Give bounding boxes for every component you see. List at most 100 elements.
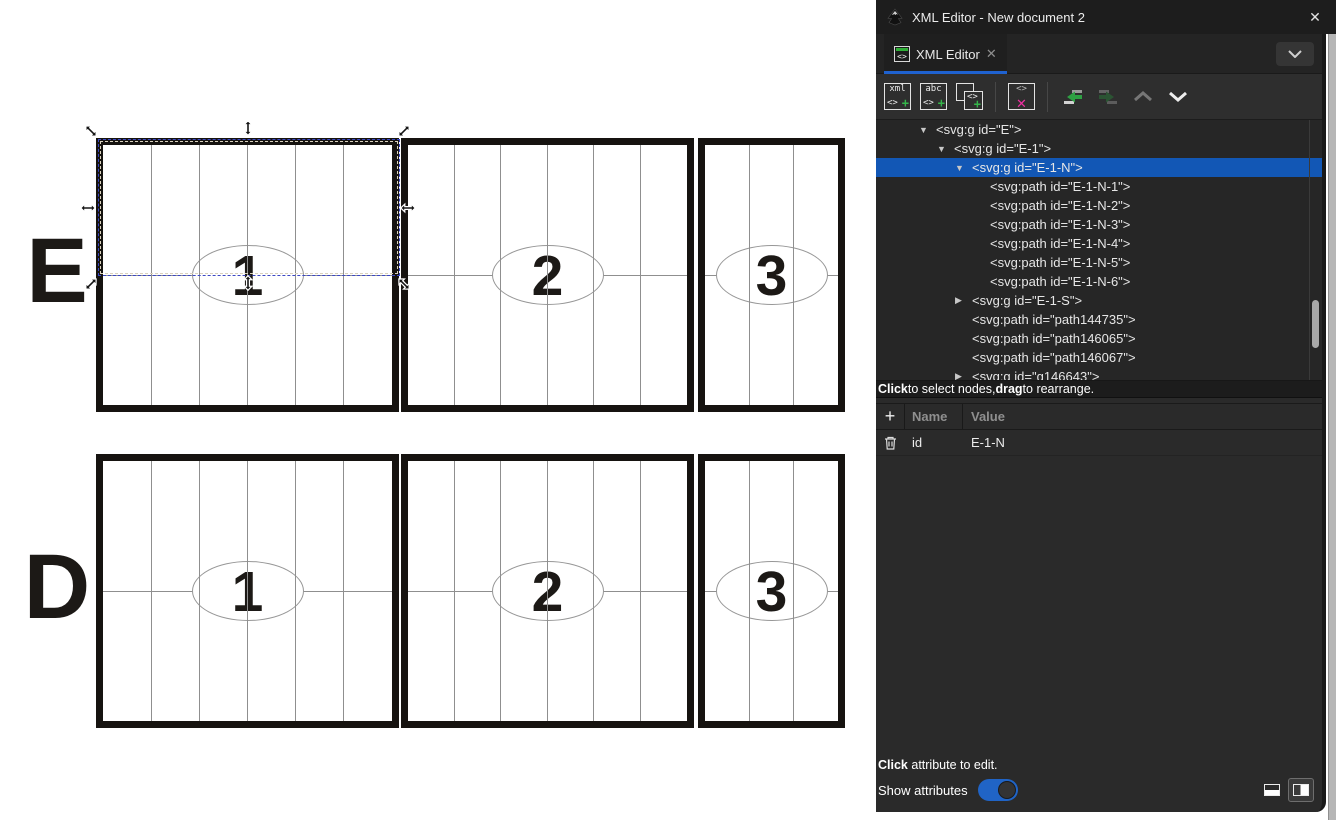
attr-value-header: Value — [963, 409, 1322, 424]
selection-handle-bottom-center[interactable] — [240, 275, 256, 291]
tree-node[interactable]: <svg:path id="E-1-N-1"> — [876, 177, 1322, 196]
tree-node[interactable]: ▶<svg:g id="E-1-S"> — [876, 291, 1322, 310]
move-node-up-button[interactable] — [1130, 84, 1156, 110]
layout-vertical-button[interactable] — [1288, 778, 1314, 802]
tree-node-label: <svg:path id="path144735"> — [972, 312, 1136, 327]
show-attributes-label: Show attributes — [878, 783, 968, 798]
row-label-e[interactable]: E — [12, 225, 100, 317]
selection-handle-bottom-left[interactable] — [83, 276, 99, 292]
delete-x-icon: ✕ — [1009, 93, 1034, 112]
close-icon[interactable]: ✕ — [1306, 8, 1324, 26]
tree-node-label: <svg:g id="E-1"> — [954, 141, 1051, 156]
tree-node[interactable]: <svg:path id="path146065"> — [876, 329, 1322, 348]
horizontal-split-icon — [1264, 784, 1280, 796]
selection-handle-top-left[interactable] — [83, 123, 99, 139]
attribute-value[interactable]: E-1-N — [963, 435, 1322, 450]
collapse-arrow-icon[interactable]: ▼ — [955, 163, 972, 173]
duplicate-node-button[interactable]: <> + — [956, 83, 983, 110]
indent-node-button[interactable] — [1095, 84, 1121, 110]
tree-node[interactable]: <svg:path id="E-1-N-3"> — [876, 215, 1322, 234]
plus-icon: + — [974, 97, 981, 111]
tree-node[interactable]: <svg:path id="E-1-N-2"> — [876, 196, 1322, 215]
tree-node[interactable]: ▼<svg:g id="E-1-N"> — [876, 158, 1322, 177]
tab-close-icon[interactable]: ✕ — [986, 46, 997, 62]
tree-node-label: <svg:g id="g146643"> — [972, 369, 1099, 381]
selection-handle-top-center[interactable] — [240, 120, 256, 136]
tab-label: XML Editor — [916, 47, 980, 62]
row-label-d[interactable]: D — [12, 541, 100, 633]
attributes-header: + Name Value — [876, 403, 1322, 430]
new-text-node-button[interactable]: abc <> + — [920, 83, 947, 110]
tree-node[interactable]: <svg:path id="path146067"> — [876, 348, 1322, 367]
plus-icon: + — [902, 96, 909, 110]
inkscape-logo-icon — [886, 8, 904, 26]
tree-node-label: <svg:path id="E-1-N-5"> — [990, 255, 1130, 270]
layout-horizontal-button[interactable] — [1259, 778, 1285, 802]
selection-handle-top-right[interactable] — [396, 123, 412, 139]
delete-node-button[interactable]: <> ✕ — [1008, 83, 1035, 110]
tree-node[interactable]: <svg:path id="E-1-N-4"> — [876, 234, 1322, 253]
tree-node[interactable]: ▼<svg:g id="E-1"> — [876, 139, 1322, 158]
vertical-split-icon — [1293, 784, 1309, 796]
section-e-3[interactable]: 3 — [698, 138, 845, 412]
section-number-ellipse[interactable]: 3 — [716, 561, 828, 621]
panel-bottom-bar: Show attributes — [876, 774, 1322, 812]
tree-node-label: <svg:g id="E-1-S"> — [972, 293, 1082, 308]
selection-handle-right[interactable] — [400, 200, 416, 216]
xml-editor-panel: <> XML Editor ✕ xml <> + abc <> + <> + — [876, 34, 1326, 812]
section-number-label: 3 — [756, 562, 788, 621]
new-element-node-button[interactable]: xml <> + — [884, 83, 911, 110]
section-number-label: 3 — [756, 246, 788, 305]
tree-scrollbar[interactable] — [1309, 120, 1322, 380]
tree-node[interactable]: <svg:path id="E-1-N-5"> — [876, 253, 1322, 272]
tree-node-label: <svg:g id="E"> — [936, 122, 1021, 137]
unindent-node-button[interactable] — [1060, 84, 1086, 110]
tree-node-label: <svg:path id="path146065"> — [972, 331, 1136, 346]
tree-node-label: <svg:path id="E-1-N-1"> — [990, 179, 1130, 194]
chevron-down-icon — [1288, 50, 1302, 58]
attribute-name[interactable]: id — [905, 430, 963, 455]
unindent-icon — [1062, 88, 1084, 106]
indent-icon — [1097, 88, 1119, 106]
delete-attribute-icon[interactable] — [876, 430, 905, 455]
xml-tree[interactable]: ▼<svg:g id="E">▼<svg:g id="E-1">▼<svg:g … — [876, 120, 1322, 381]
dialog-title: XML Editor - New document 2 — [912, 10, 1085, 25]
tree-hint: Click to select nodes, drag to rearrange… — [876, 381, 1322, 398]
section-d-3[interactable]: 3 — [698, 454, 845, 728]
expand-arrow-icon[interactable]: ▶ — [955, 371, 972, 381]
chevron-up-icon — [1133, 91, 1153, 102]
collapse-arrow-icon[interactable]: ▼ — [919, 125, 936, 135]
xml-editor-tab-icon: <> — [894, 46, 910, 62]
tree-node-label: <svg:path id="E-1-N-4"> — [990, 236, 1130, 251]
tree-node[interactable]: <svg:path id="path144735"> — [876, 310, 1322, 329]
panel-menu-button[interactable] — [1276, 42, 1314, 66]
expand-arrow-icon[interactable]: ▶ — [955, 295, 972, 306]
dialog-tabbar: <> XML Editor ✕ — [876, 34, 1322, 74]
section-number-ellipse[interactable]: 3 — [716, 245, 828, 305]
tree-node-label: <svg:path id="E-1-N-2"> — [990, 198, 1130, 213]
window-scrollbar-strip[interactable] — [1328, 33, 1336, 820]
dialog-titlebar: XML Editor - New document 2 ✕ — [876, 0, 1336, 34]
move-node-down-button[interactable] — [1165, 84, 1191, 110]
show-attributes-toggle[interactable] — [978, 779, 1018, 801]
tree-node-label: <svg:path id="E-1-N-6"> — [990, 274, 1130, 289]
tree-scrollbar-thumb[interactable] — [1312, 300, 1319, 348]
selection-handle-bottom-right[interactable] — [396, 276, 412, 292]
tree-node[interactable]: <svg:path id="E-1-N-6"> — [876, 272, 1322, 291]
xml-toolbar: xml <> + abc <> + <> + <> ✕ — [876, 74, 1322, 120]
attribute-row[interactable]: idE-1-N — [876, 430, 1322, 456]
attribute-hint: Click attribute to edit. — [876, 758, 1322, 774]
tree-node-label: <svg:g id="E-1-N"> — [972, 160, 1083, 175]
add-attribute-button[interactable]: + — [876, 404, 905, 429]
section-e-2[interactable]: 2 — [401, 138, 694, 412]
collapse-arrow-icon[interactable]: ▼ — [937, 144, 954, 154]
tab-xml-editor[interactable]: <> XML Editor ✕ — [884, 34, 1007, 74]
section-d-1[interactable]: 1 — [96, 454, 399, 728]
tree-node[interactable]: ▶<svg:g id="g146643"> — [876, 367, 1322, 381]
plus-icon: + — [938, 96, 945, 110]
tree-node[interactable]: ▼<svg:g id="E"> — [876, 120, 1322, 139]
tree-node-label: <svg:path id="path146067"> — [972, 350, 1136, 365]
selection-handle-left[interactable] — [80, 200, 96, 216]
tree-node-label: <svg:path id="E-1-N-3"> — [990, 217, 1130, 232]
section-d-2[interactable]: 2 — [401, 454, 694, 728]
